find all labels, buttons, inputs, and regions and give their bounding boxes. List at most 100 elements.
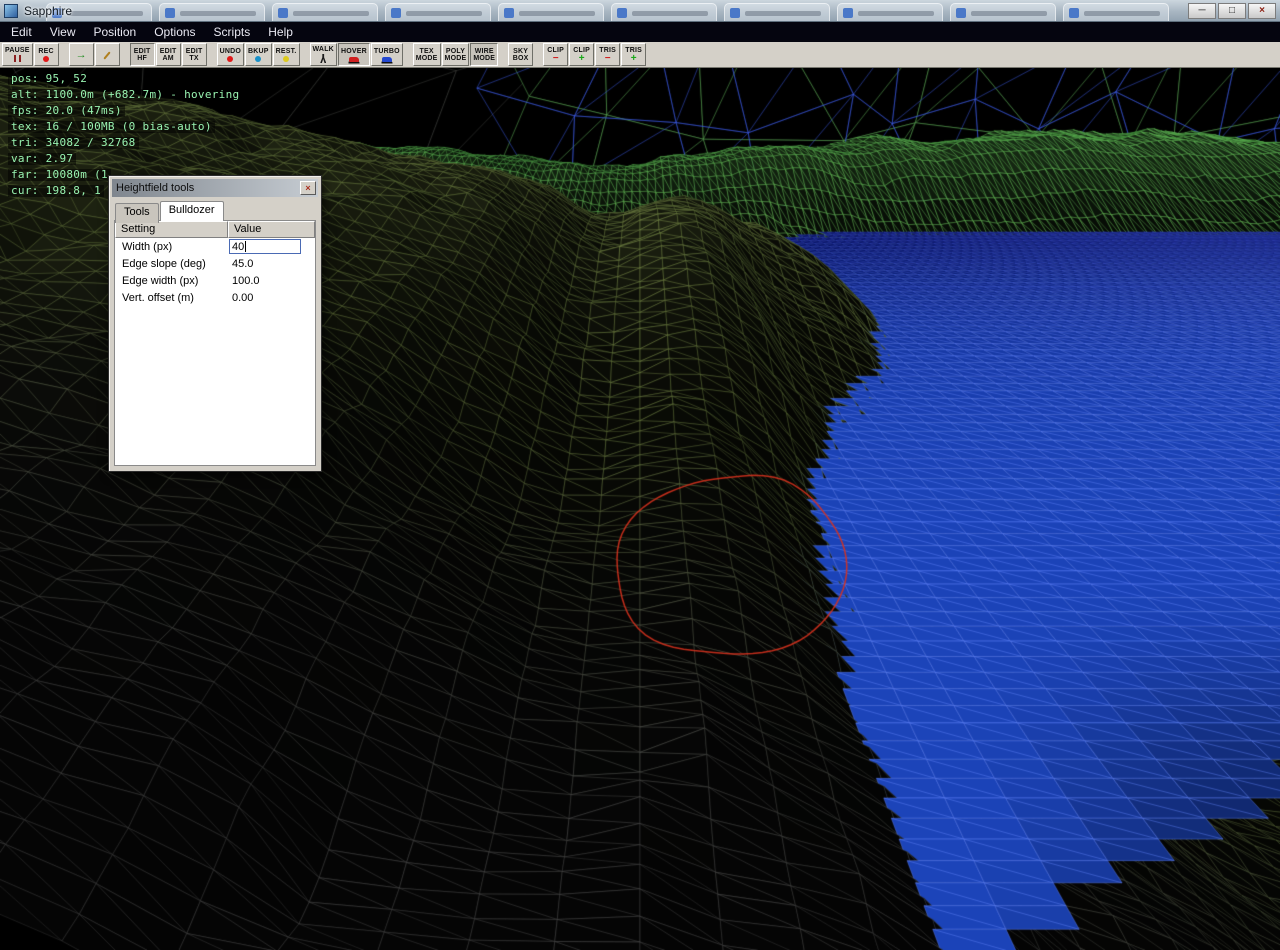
toolbar-button-label: TEX bbox=[420, 48, 434, 55]
sky-box-button[interactable]: SKYBOX bbox=[508, 43, 533, 66]
pause-button[interactable]: PAUSE bbox=[2, 43, 33, 66]
hud-line: alt: 1100.0m (+682.7m) - hovering bbox=[8, 89, 242, 101]
tab-title-bar bbox=[519, 11, 595, 16]
settings-row[interactable]: Edge slope (deg)45.0 bbox=[115, 255, 315, 272]
toolbar-separator bbox=[60, 42, 69, 67]
setting-label: Edge width (px) bbox=[115, 275, 228, 287]
toolbar-button-label: EDIT bbox=[160, 48, 177, 55]
toolbar-button-label: SKY bbox=[513, 48, 528, 55]
toolbar-button-label: MODE bbox=[445, 55, 467, 62]
toolbar-button-label: REC bbox=[38, 48, 53, 55]
setting-label: Edge slope (deg) bbox=[115, 258, 228, 270]
tab-title-bar bbox=[406, 11, 482, 16]
window-title: Sapphire bbox=[24, 4, 72, 18]
minus-icon: − bbox=[553, 55, 559, 63]
dot-icon bbox=[43, 56, 49, 62]
tris-up-button[interactable]: TRIS+ bbox=[621, 43, 646, 66]
app-icon bbox=[4, 4, 18, 18]
toolbar-separator bbox=[499, 42, 508, 67]
settings-row[interactable]: Vert. offset (m)0.00 bbox=[115, 289, 315, 306]
dialog-panel: SettingValue Width (px)40Edge slope (deg… bbox=[114, 220, 316, 466]
menu-scripts[interactable]: Scripts bbox=[205, 23, 260, 41]
tab-favicon-icon bbox=[1069, 8, 1079, 18]
toolbar: PAUSEREC→EDITHFEDITAMEDITTXUNDOBKUPREST.… bbox=[0, 42, 1280, 68]
clip-down-button[interactable]: CLIP− bbox=[543, 43, 568, 66]
hud-line: var: 2.97 bbox=[8, 153, 76, 165]
tab-favicon-icon bbox=[504, 8, 514, 18]
menu-options[interactable]: Options bbox=[145, 23, 204, 41]
walker-icon bbox=[320, 54, 326, 63]
tab-title-bar bbox=[858, 11, 934, 16]
wire-mode-button[interactable]: WIREMODE bbox=[470, 43, 498, 66]
toolbar-button-label: WALK bbox=[313, 46, 334, 53]
toolbar-button-label: AM bbox=[162, 55, 173, 62]
dialog-close-button[interactable]: × bbox=[300, 181, 316, 195]
dot-icon bbox=[283, 56, 289, 62]
toolbar-separator bbox=[404, 42, 413, 67]
settings-row[interactable]: Edge width (px)100.0 bbox=[115, 272, 315, 289]
toolbar-button-label: TURBO bbox=[374, 48, 400, 55]
tab-tools[interactable]: Tools bbox=[115, 203, 159, 223]
tab-title-bar bbox=[180, 11, 256, 16]
tab-favicon-icon bbox=[278, 8, 288, 18]
menu-position[interactable]: Position bbox=[84, 23, 145, 41]
turbo-button[interactable]: TURBO bbox=[371, 43, 403, 66]
heightfield-tools-dialog: Heightfield tools × ToolsBulldozer Setti… bbox=[108, 175, 322, 472]
walk-button[interactable]: WALK bbox=[310, 43, 337, 66]
hud-line: pos: 95, 52 bbox=[8, 73, 90, 85]
background-tab bbox=[950, 3, 1056, 22]
toolbar-button-label: MODE bbox=[473, 55, 495, 62]
toolbar-button-label: REST. bbox=[276, 48, 297, 55]
close-button[interactable]: × bbox=[1248, 3, 1276, 19]
menu-view[interactable]: View bbox=[41, 23, 85, 41]
tab-bulldozer[interactable]: Bulldozer bbox=[160, 201, 224, 221]
undo-button[interactable]: UNDO bbox=[217, 43, 244, 66]
edit-hf-button[interactable]: EDITHF bbox=[130, 43, 155, 66]
tab-favicon-icon bbox=[617, 8, 627, 18]
minimize-button[interactable]: ─ bbox=[1188, 3, 1216, 19]
edit-tx-button[interactable]: EDITTX bbox=[182, 43, 207, 66]
bkup-button[interactable]: BKUP bbox=[245, 43, 272, 66]
toolbar-button-label: MODE bbox=[416, 55, 438, 62]
tab-favicon-icon bbox=[391, 8, 401, 18]
column-header-setting[interactable]: Setting bbox=[115, 221, 228, 238]
toolbar-button-label: PAUSE bbox=[5, 47, 30, 54]
menu-bar: EditViewPositionOptionsScriptsHelp bbox=[0, 22, 1280, 42]
toolbar-button-label: EDIT bbox=[134, 48, 151, 55]
dialog-titlebar[interactable]: Heightfield tools × bbox=[112, 179, 318, 197]
tab-favicon-icon bbox=[730, 8, 740, 18]
dot-icon bbox=[255, 56, 261, 62]
pause-icon bbox=[14, 55, 21, 62]
toolbar-button-label: HF bbox=[137, 55, 147, 62]
menu-help[interactable]: Help bbox=[259, 23, 302, 41]
value-edit-input[interactable]: 40 bbox=[229, 239, 301, 254]
plus-icon: + bbox=[631, 55, 637, 63]
hud-line: cur: 198.8, 1 bbox=[8, 185, 104, 197]
marker-edit-button[interactable] bbox=[95, 43, 120, 66]
rec-button[interactable]: REC bbox=[34, 43, 59, 66]
toolbar-button-label: POLY bbox=[446, 48, 465, 55]
maximize-button[interactable]: □ bbox=[1218, 3, 1246, 19]
tris-down-button[interactable]: TRIS− bbox=[595, 43, 620, 66]
background-tab bbox=[611, 3, 717, 22]
marker-goto-button[interactable]: → bbox=[69, 43, 94, 66]
toolbar-button-label: WIRE bbox=[475, 48, 494, 55]
tab-title-bar bbox=[971, 11, 1047, 16]
car-icon bbox=[382, 57, 392, 62]
tab-favicon-icon bbox=[843, 8, 853, 18]
clip-up-button[interactable]: CLIP+ bbox=[569, 43, 594, 66]
hover-button[interactable]: HOVER bbox=[338, 43, 370, 66]
background-tab bbox=[272, 3, 378, 22]
edit-am-button[interactable]: EDITAM bbox=[156, 43, 181, 66]
tex-mode-button[interactable]: TEXMODE bbox=[413, 43, 441, 66]
window-titlebar[interactable]: Sapphire ─□× bbox=[0, 0, 1280, 22]
arrow-icon: → bbox=[76, 50, 87, 61]
toolbar-separator bbox=[534, 42, 543, 67]
column-header-value[interactable]: Value bbox=[228, 221, 315, 238]
settings-row[interactable]: Width (px)40 bbox=[115, 238, 315, 255]
poly-mode-button[interactable]: POLYMODE bbox=[442, 43, 470, 66]
list-header: SettingValue bbox=[115, 221, 315, 238]
menu-edit[interactable]: Edit bbox=[2, 23, 41, 41]
hud-line: tex: 16 / 100MB (0 bias-auto) bbox=[8, 121, 215, 133]
rest-button[interactable]: REST. bbox=[273, 43, 300, 66]
